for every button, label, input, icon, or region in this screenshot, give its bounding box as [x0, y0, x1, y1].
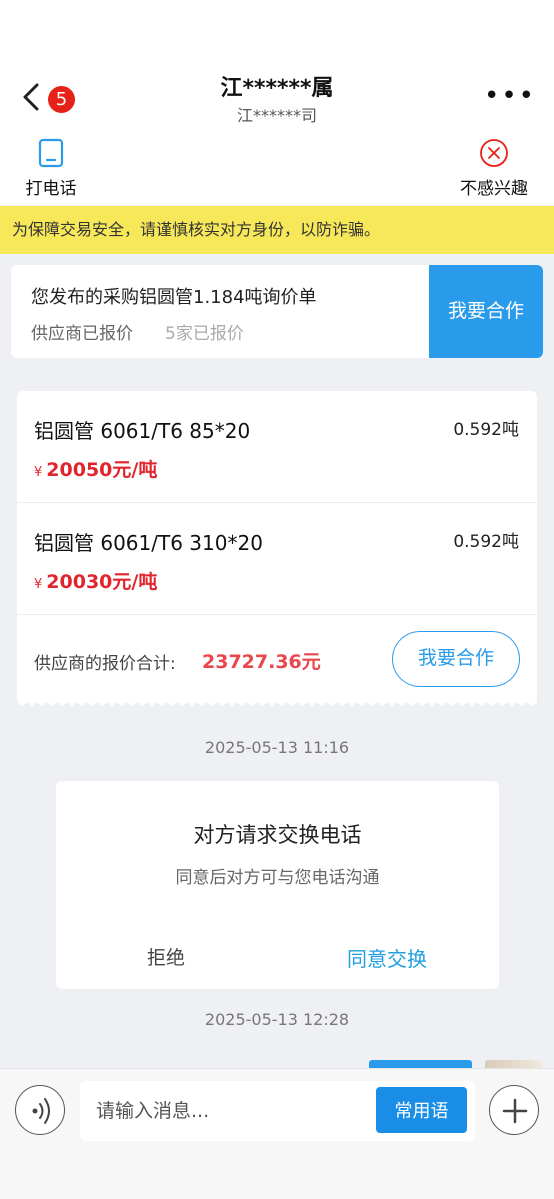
- quote-count: 5家已报价: [165, 324, 244, 344]
- company-name: 江******司: [236, 106, 317, 125]
- exchange-title: 对方请求交换电话: [193, 823, 362, 847]
- price-value: 20030元/吨: [46, 571, 158, 593]
- add-button[interactable]: [489, 1085, 539, 1135]
- quote-total-label: 供应商的报价合计:: [34, 654, 176, 674]
- message-input[interactable]: [96, 1091, 366, 1131]
- message-input-box: 常用语: [80, 1081, 475, 1141]
- call-label: 打电话: [25, 179, 77, 199]
- quote-item: 铝圆管 6061/T6 85*20 0.592吨 ¥20050元/吨: [17, 391, 537, 503]
- zigzag-edge: [17, 700, 537, 706]
- safety-warning-banner: 为保障交易安全，请谨慎核实对方身份，以防诈骗。: [0, 206, 554, 254]
- not-interested-label: 不感兴趣: [460, 179, 528, 199]
- quote-item-qty: 0.592吨: [453, 532, 519, 552]
- price-value: 20050元/吨: [46, 459, 158, 481]
- cooperate-button-top[interactable]: 我要合作: [429, 265, 543, 358]
- voice-button[interactable]: [15, 1085, 65, 1135]
- agree-exchange-button[interactable]: 同意交换: [324, 943, 450, 972]
- quote-item-qty: 0.592吨: [453, 420, 519, 440]
- chat-header: 5 江******属 江******司 ••• 打电话 不感兴趣: [0, 0, 554, 205]
- phone-icon: [38, 138, 64, 168]
- quote-item: 铝圆管 6061/T6 310*20 0.592吨 ¥20030元/吨: [17, 503, 537, 615]
- call-button[interactable]: 打电话: [20, 138, 82, 199]
- quote-total-value: 23727.36元: [202, 651, 321, 673]
- timestamp: 2025-05-13 12:28: [204, 1010, 350, 1029]
- contact-name: 江******属: [220, 76, 334, 101]
- quote-item-name: 铝圆管 6061/T6 85*20: [34, 419, 251, 443]
- not-interested-button[interactable]: 不感兴趣: [456, 138, 532, 199]
- phone-exchange-card: 对方请求交换电话 同意后对方可与您电话沟通 拒绝 同意交换: [56, 781, 499, 989]
- plus-icon: [502, 1098, 528, 1124]
- reject-button[interactable]: 拒绝: [116, 943, 216, 970]
- common-phrases-button[interactable]: 常用语: [376, 1087, 467, 1133]
- close-circle-icon: [480, 139, 508, 167]
- quote-item-price: ¥20030元/吨: [34, 567, 157, 594]
- voice-icon: [32, 1098, 50, 1124]
- inquiry-status: 供应商已报价: [31, 324, 133, 344]
- inquiry-card: 您发布的采购铝圆管1.184吨询价单 供应商已报价 5家已报价 我要合作: [11, 265, 543, 358]
- quote-card: 铝圆管 6061/T6 85*20 0.592吨 ¥20050元/吨 铝圆管 6…: [17, 391, 537, 703]
- quote-item-name: 铝圆管 6061/T6 310*20: [34, 531, 263, 555]
- timestamp: 2025-05-13 11:16: [204, 738, 350, 757]
- currency-symbol: ¥: [34, 465, 43, 480]
- currency-symbol: ¥: [34, 577, 43, 592]
- more-menu-button[interactable]: •••: [484, 83, 536, 109]
- quote-item-price: ¥20050元/吨: [34, 455, 157, 482]
- exchange-subtitle: 同意后对方可与您电话沟通: [175, 868, 380, 888]
- inquiry-title: 您发布的采购铝圆管1.184吨询价单: [31, 287, 317, 308]
- cooperate-button[interactable]: 我要合作: [392, 631, 520, 687]
- message-input-bar: 常用语: [0, 1068, 554, 1199]
